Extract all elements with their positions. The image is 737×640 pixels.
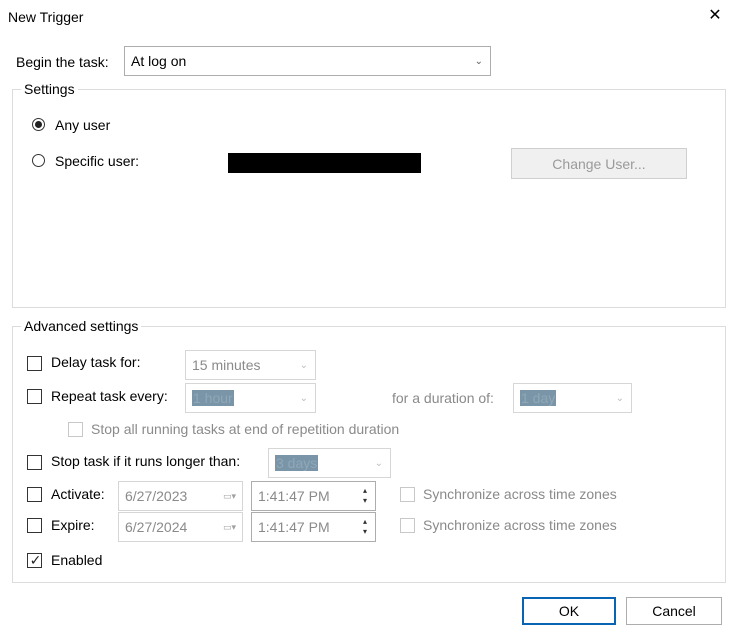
specific-user-label[interactable]: Specific user: <box>55 153 139 169</box>
change-user-button[interactable]: Change User... <box>511 148 687 179</box>
expire-date-picker[interactable]: 6/27/2024 ▭▾ <box>118 512 243 542</box>
activate-sync-label: Synchronize across time zones <box>423 486 617 502</box>
stop-longer-combo[interactable]: 3 days ⌄ <box>268 448 391 478</box>
cancel-button[interactable]: Cancel <box>626 597 722 625</box>
ok-button[interactable]: OK <box>522 597 616 625</box>
duration-combo[interactable]: 1 day ⌄ <box>513 383 632 413</box>
begin-task-label: Begin the task: <box>16 54 109 70</box>
advanced-settings-legend: Advanced settings <box>24 318 139 334</box>
repeat-task-value: 1 hour <box>192 390 234 406</box>
chevron-down-icon: ⌄ <box>615 392 624 404</box>
duration-label: for a duration of: <box>392 390 494 406</box>
stop-longer-checkbox[interactable] <box>27 455 42 470</box>
stop-running-checkbox[interactable] <box>68 422 83 437</box>
stop-longer-value: 3 days <box>275 455 319 471</box>
duration-value: 1 day <box>520 390 557 406</box>
delay-task-checkbox[interactable] <box>27 356 42 371</box>
settings-group: Settings <box>12 81 726 308</box>
activate-checkbox[interactable] <box>27 487 42 502</box>
expire-sync-label: Synchronize across time zones <box>423 517 617 533</box>
stop-longer-label: Stop task if it runs longer than: <box>51 453 241 469</box>
expire-date-value: 6/27/2024 <box>125 519 188 535</box>
chevron-down-icon: ⌄ <box>474 55 483 67</box>
expire-sync-checkbox[interactable] <box>400 518 415 533</box>
repeat-task-label: Repeat task every: <box>51 388 168 404</box>
expire-checkbox[interactable] <box>27 518 42 533</box>
close-icon[interactable]: ✕ <box>706 7 724 25</box>
window-title: New Trigger <box>8 9 84 25</box>
spinner-icon[interactable]: ▴ ▾ <box>363 486 367 506</box>
begin-task-value: At log on <box>131 53 187 69</box>
activate-date-picker[interactable]: 6/27/2023 ▭▾ <box>118 481 243 511</box>
activate-label: Activate: <box>51 486 105 502</box>
stop-running-label: Stop all running tasks at end of repetit… <box>91 421 400 437</box>
delay-task-value: 15 minutes <box>192 357 261 373</box>
redacted-user-name <box>228 153 421 173</box>
spinner-icon[interactable]: ▴ ▾ <box>363 517 367 537</box>
expire-time-value: 1:41:47 PM <box>258 519 330 535</box>
delay-task-label: Delay task for: <box>51 354 141 370</box>
repeat-task-combo[interactable]: 1 hour ⌄ <box>185 383 316 413</box>
enabled-label: Enabled <box>51 552 103 568</box>
delay-task-combo[interactable]: 15 minutes ⌄ <box>185 350 316 380</box>
repeat-task-checkbox[interactable] <box>27 389 42 404</box>
expire-time-field[interactable]: 1:41:47 PM ▴ ▾ <box>251 512 376 542</box>
any-user-radio[interactable] <box>32 118 45 131</box>
specific-user-radio[interactable] <box>32 154 45 167</box>
activate-sync-checkbox[interactable] <box>400 487 415 502</box>
any-user-label[interactable]: Any user <box>55 117 110 133</box>
activate-date-value: 6/27/2023 <box>125 488 188 504</box>
calendar-icon: ▭▾ <box>222 490 236 501</box>
enabled-checkbox[interactable]: ✓ <box>27 552 42 568</box>
calendar-icon: ▭▾ <box>222 521 236 532</box>
activate-time-value: 1:41:47 PM <box>258 488 330 504</box>
settings-legend: Settings <box>24 81 75 97</box>
chevron-down-icon: ⌄ <box>374 457 383 469</box>
chevron-down-icon: ⌄ <box>299 392 308 404</box>
checkmark-icon: ✓ <box>29 552 42 568</box>
chevron-down-icon: ⌄ <box>299 359 308 371</box>
begin-task-combo[interactable]: At log on ⌄ <box>124 46 491 76</box>
expire-label: Expire: <box>51 517 95 533</box>
activate-time-field[interactable]: 1:41:47 PM ▴ ▾ <box>251 481 376 511</box>
